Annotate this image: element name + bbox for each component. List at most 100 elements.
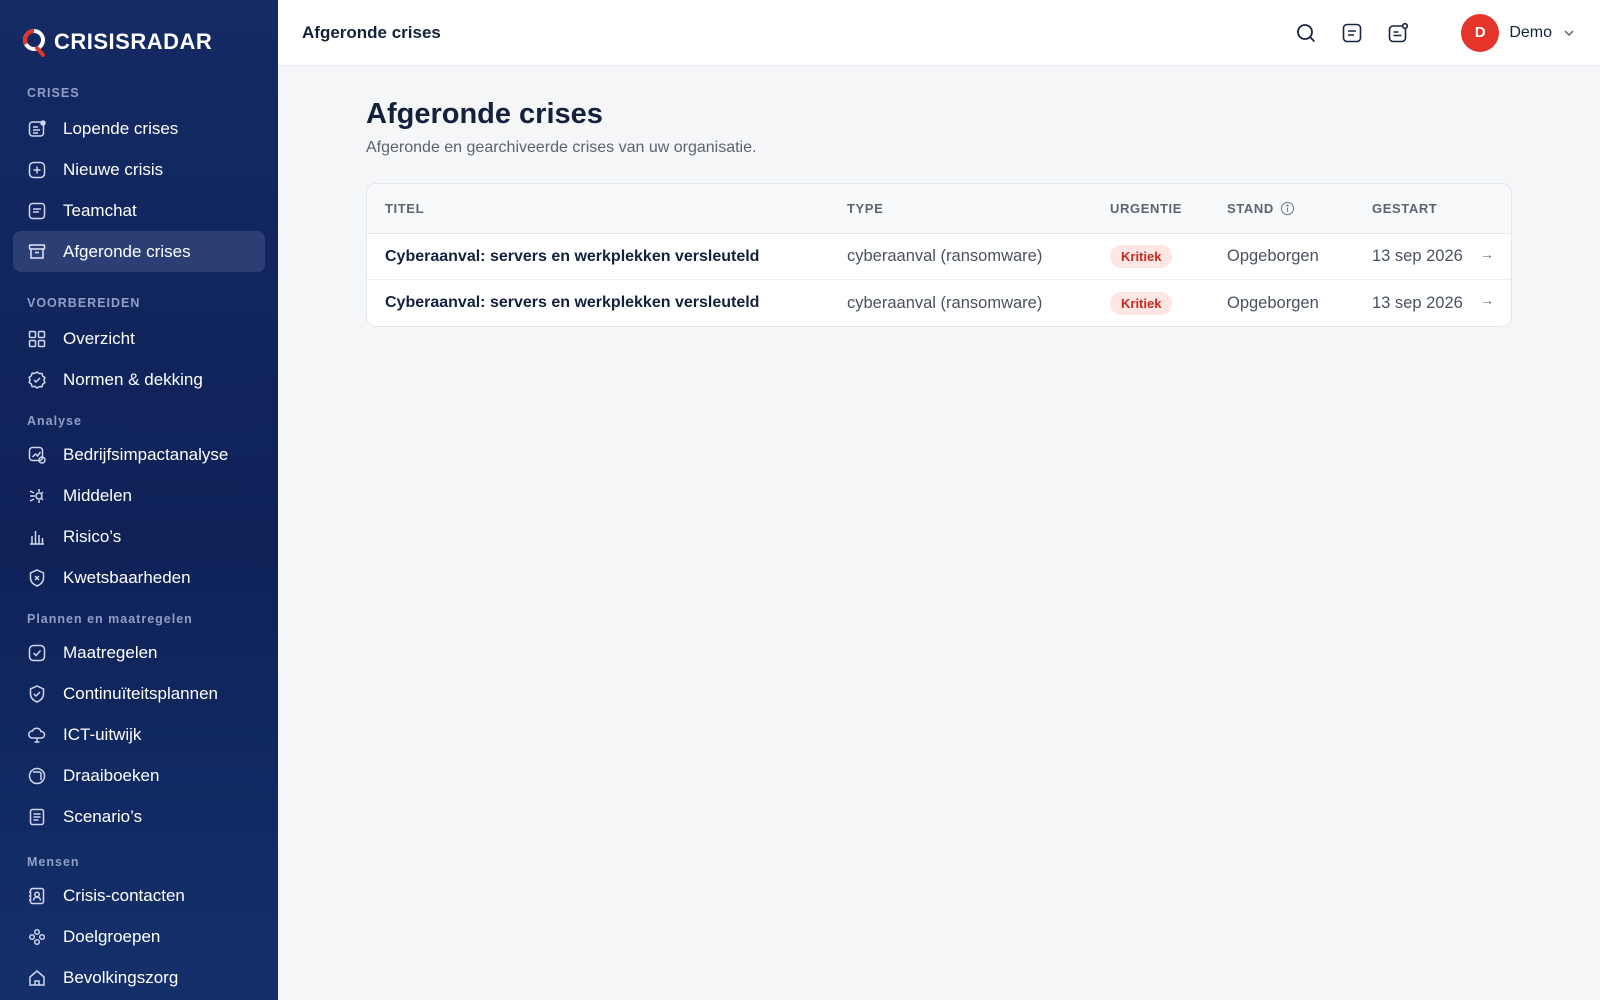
sidebar-item-overzicht[interactable]: Overzicht	[13, 318, 265, 359]
cloud-icon	[28, 726, 46, 743]
sidebar-item-doelgroepen[interactable]: Doelgroepen	[13, 916, 265, 957]
sidebar-item-maatregelen[interactable]: Maatregelen	[13, 632, 265, 673]
table-row[interactable]: Cyberaanval: servers en werkplekken vers…	[367, 280, 1511, 326]
chat-icon	[1343, 23, 1362, 42]
urgency-badge: Kritiek	[1110, 291, 1173, 315]
arrow-right-icon[interactable]: →	[1480, 292, 1494, 308]
sidebar-item-label: Kwetsbaarheden	[63, 567, 191, 587]
sidebar-item-label: Overzicht	[63, 328, 135, 348]
search-button[interactable]	[1293, 20, 1319, 46]
info-icon[interactable]	[1280, 201, 1295, 216]
column-header-stand-label: STAND	[1227, 201, 1274, 216]
crisis-type: cyberaanval (ransomware)	[847, 247, 1043, 265]
sidebar-item-label: Crisis-contacten	[63, 885, 185, 905]
sidebar-item-kwetsbaarheden[interactable]: Kwetsbaarheden	[13, 557, 265, 598]
sidebar-item-lopende-crises[interactable]: Lopende crises	[13, 108, 265, 149]
sidebar-item-label: Normen & dekking	[63, 369, 203, 389]
sidebar-item-bevolkingszorg[interactable]: Bevolkingszorg	[13, 957, 265, 998]
sidebar-item-label: Doelgroepen	[63, 926, 161, 946]
brand-name: CRISISRADAR	[54, 29, 213, 54]
sidebar-item-middelen[interactable]: Middelen	[13, 475, 265, 516]
crisis-status: Opgeborgen	[1227, 293, 1319, 312]
sidebar-item-risicos[interactable]: Risico’s	[13, 516, 265, 557]
sidebar-item-label: Bedrijfsimpactanalyse	[63, 444, 229, 464]
archive-icon	[28, 243, 46, 259]
sidebar-item-normen-dekking[interactable]: Normen & dekking	[13, 359, 265, 400]
table-header: TITEL TYPE URGENTIE STAND GESTART	[367, 184, 1511, 234]
crisis-title[interactable]: Cyberaanval: servers en werkplekken vers…	[385, 248, 759, 266]
grid-icon	[28, 330, 46, 347]
table-row[interactable]: Cyberaanval: servers en werkplekken vers…	[367, 234, 1511, 280]
sidebar-item-label: Continuïteitsplannen	[63, 683, 219, 703]
search-icon	[1297, 23, 1316, 42]
chat-button[interactable]	[1339, 20, 1365, 46]
section-title-crises: CRISES	[27, 86, 80, 100]
arrow-right-icon[interactable]: →	[1480, 246, 1494, 262]
sidebar: CRISISRADAR CRISES Lopende crises Nieuwe…	[0, 0, 278, 1000]
sidebar-item-label: Nieuwe crisis	[63, 159, 164, 179]
crisis-title[interactable]: Cyberaanval: servers en werkplekken vers…	[385, 294, 759, 312]
book-icon	[28, 767, 46, 784]
sidebar-item-label: Teamchat	[63, 200, 137, 220]
radar-logo-icon	[23, 29, 45, 57]
sidebar-item-nieuwe-crisis[interactable]: Nieuwe crisis	[13, 149, 265, 190]
topbar-title: Afgeronde crises	[302, 22, 441, 42]
topbar-actions: D Demo	[1293, 13, 1576, 52]
column-header-gestart[interactable]: GESTART	[1372, 201, 1437, 216]
alert-list-icon	[28, 119, 46, 137]
check-square-icon	[28, 644, 46, 661]
sidebar-item-label: Draaiboeken	[63, 765, 160, 785]
column-header-urgentie[interactable]: URGENTIE	[1110, 201, 1182, 216]
sidebar-item-label: ICT-uitwijk	[63, 724, 142, 744]
topbar: Afgeronde crises D Demo	[278, 0, 1600, 66]
sidebar-item-crisis-contacten[interactable]: Crisis-contacten	[13, 875, 265, 916]
badge-check-icon	[28, 370, 46, 389]
notification-list-icon	[1389, 22, 1409, 42]
sidebar-item-ict-uitwijk[interactable]: ICT-uitwijk	[13, 714, 265, 755]
avatar: D	[1461, 13, 1500, 52]
sidebar-item-label: Scenario’s	[63, 806, 143, 826]
sidebar-item-continuiteitsplannen[interactable]: Continuïteitsplannen	[13, 673, 265, 714]
shield-check-icon	[29, 684, 45, 703]
sidebar-item-label: Middelen	[63, 485, 132, 505]
crises-table: TITEL TYPE URGENTIE STAND GESTART Cybera…	[366, 183, 1512, 327]
column-header-stand[interactable]: STAND	[1227, 201, 1295, 216]
user-name: Demo	[1509, 23, 1552, 41]
urgency-badge: Kritiek	[1110, 245, 1173, 268]
contact-card-icon	[29, 887, 45, 904]
crisis-started: 13 sep 2026	[1372, 247, 1463, 265]
plus-square-icon	[28, 161, 46, 178]
urgency-cell: Kritiek	[1110, 291, 1173, 315]
sidebar-item-label: Lopende crises	[63, 118, 179, 138]
sidebar-item-scenarios[interactable]: Scenario’s	[13, 796, 265, 837]
impact-chart-icon	[28, 446, 46, 464]
crisis-type: cyberaanval (ransomware)	[847, 293, 1043, 312]
sidebar-item-draaiboeken[interactable]: Draaiboeken	[13, 755, 265, 796]
sidebar-item-teamchat[interactable]: Teamchat	[13, 190, 265, 231]
section-title-voorbereiden: VOORBEREIDEN	[27, 296, 141, 310]
section-title-mensen: Mensen	[27, 855, 80, 869]
urgency-cell: Kritiek	[1110, 245, 1173, 268]
page-title: Afgeronde crises	[366, 98, 603, 130]
main-content: Afgeronde crises Afgeronde en gearchivee…	[366, 98, 1512, 327]
resources-icon	[29, 488, 44, 503]
sidebar-item-afgeronde-crises[interactable]: Afgeronde crises	[13, 231, 265, 272]
column-header-type[interactable]: TYPE	[847, 201, 883, 216]
crisis-started: 13 sep 2026	[1372, 293, 1463, 312]
chevron-down-icon	[1564, 29, 1574, 36]
section-title-analyse: Analyse	[27, 414, 82, 428]
sidebar-item-bedrijfsimpactanalyse[interactable]: Bedrijfsimpactanalyse	[13, 434, 265, 475]
group-icon	[28, 928, 46, 945]
user-menu[interactable]: D Demo	[1461, 13, 1576, 52]
crisis-status: Opgeborgen	[1227, 247, 1319, 265]
sidebar-item-label: Risico’s	[63, 526, 122, 546]
brand-logo[interactable]: CRISISRADAR	[0, 0, 278, 66]
section-title-plannen: Plannen en maatregelen	[27, 612, 193, 626]
page-subtitle: Afgeronde en gearchiveerde crises van uw…	[366, 139, 757, 156]
shield-x-icon	[29, 568, 45, 587]
sidebar-item-label: Afgeronde crises	[63, 241, 191, 261]
chat-icon	[28, 202, 46, 219]
column-header-titel[interactable]: TITEL	[385, 201, 424, 216]
notifications-button[interactable]	[1385, 20, 1411, 46]
bar-chart-icon	[30, 530, 44, 545]
